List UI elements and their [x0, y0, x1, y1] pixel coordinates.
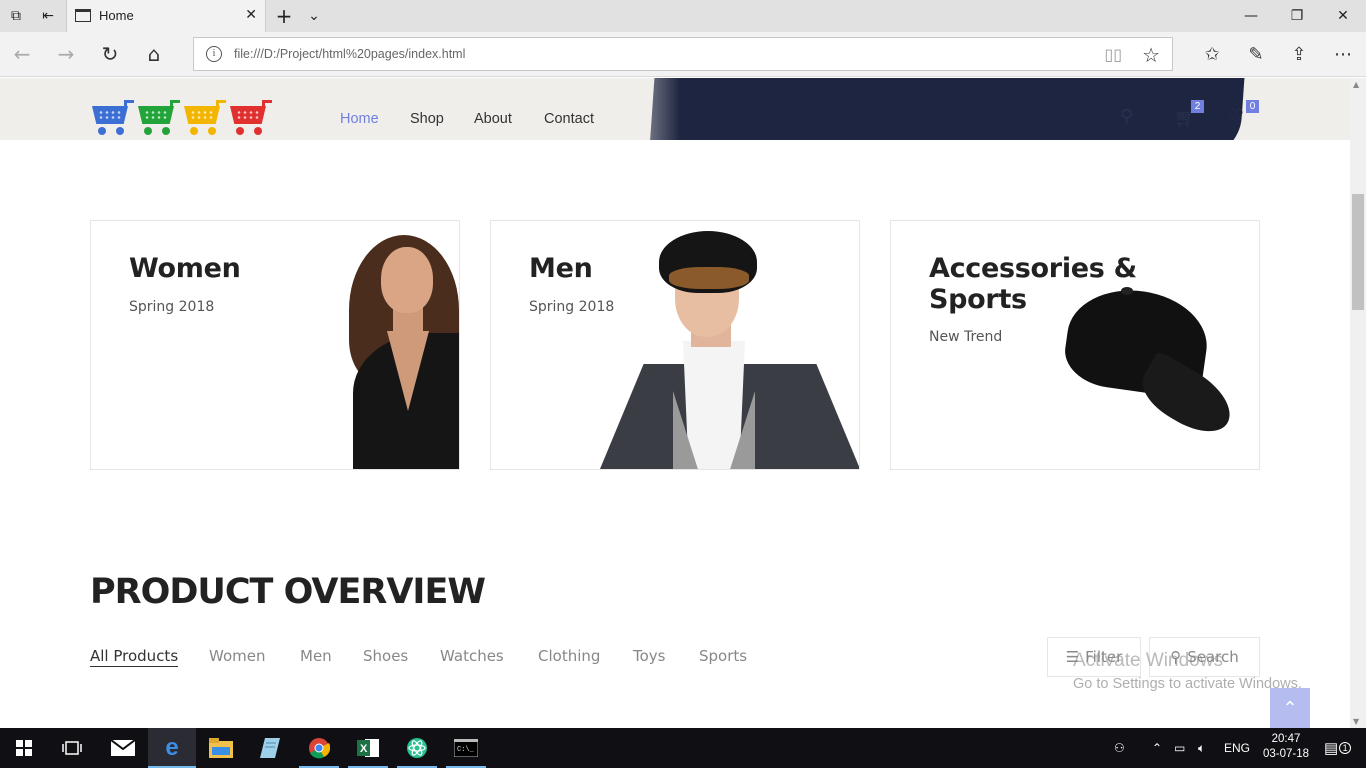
- mail-icon[interactable]: [99, 728, 147, 768]
- browser-tab-bar: ⧉ ⇤ Home ✕ + ⌄ — ❐ ✕: [0, 0, 1366, 32]
- home-icon[interactable]: ⌂: [136, 38, 172, 70]
- activate-windows-watermark: Activate Windows: [1073, 650, 1223, 671]
- svg-text:C:\_: C:\_: [457, 746, 475, 754]
- cart-count-badge: 2: [1191, 100, 1204, 113]
- filter-men[interactable]: Men: [300, 647, 332, 665]
- cart-logo-blue: [90, 98, 134, 136]
- filter-clothing[interactable]: Clothing: [538, 647, 600, 665]
- wishlist-heart-icon[interactable]: ♡: [1228, 106, 1244, 127]
- people-icon[interactable]: ⚇: [1114, 728, 1125, 768]
- banner-subtitle: Spring 2018: [529, 299, 615, 315]
- more-icon[interactable]: ⋯: [1325, 38, 1361, 70]
- header-fade: [600, 78, 680, 140]
- chevron-up-icon: ⌃: [1282, 697, 1298, 719]
- browser-tab[interactable]: Home ✕: [66, 0, 266, 32]
- filter-toys[interactable]: Toys: [633, 647, 665, 665]
- banner-title-line1: Accessories &: [929, 253, 1137, 284]
- cart-logo-yellow: [182, 98, 226, 136]
- activate-windows-hint: Go to Settings to activate Windows.: [1073, 676, 1302, 692]
- page-viewport: Home Shop About Contact ⚲ 🛒︎ 2 ♡ 0 Women…: [0, 78, 1350, 728]
- address-input[interactable]: i file:///D:/Project/html%20pages/index.…: [193, 37, 1173, 71]
- men-model-shirt: [683, 341, 745, 469]
- restore-button[interactable]: ❐: [1274, 0, 1320, 32]
- task-view-icon[interactable]: [48, 728, 96, 768]
- minimize-button[interactable]: —: [1228, 0, 1274, 32]
- cmd-icon[interactable]: C:\_: [442, 728, 490, 768]
- new-tab-icon[interactable]: +: [268, 0, 300, 32]
- tab-preview-icon[interactable]: ⧉: [0, 0, 32, 32]
- product-overview-title: PRODUCT OVERVIEW: [90, 572, 486, 612]
- share-icon[interactable]: ⇪: [1281, 38, 1317, 70]
- set-aside-tabs-icon[interactable]: ⇤: [32, 0, 64, 32]
- banner-men[interactable]: Men Spring 2018: [490, 220, 860, 470]
- back-icon[interactable]: ←: [4, 38, 40, 70]
- tab-list-icon[interactable]: ⌄: [298, 0, 330, 32]
- reading-view-icon[interactable]: ▯▯: [1104, 45, 1122, 64]
- file-explorer-icon[interactable]: [197, 728, 245, 768]
- hero-jacket-image: [648, 78, 1246, 140]
- start-icon[interactable]: [0, 728, 48, 768]
- nav-about[interactable]: About: [474, 111, 512, 127]
- filter-women[interactable]: Women: [209, 647, 265, 665]
- notification-count-badge: 1: [1339, 742, 1352, 754]
- site-header: Home Shop About Contact ⚲ 🛒︎ 2 ♡ 0: [0, 78, 1350, 140]
- filter-shoes[interactable]: Shoes: [363, 647, 408, 665]
- banner-title-line2: Sports: [929, 284, 1027, 315]
- page-scrollbar[interactable]: ▲ ▼: [1350, 78, 1366, 728]
- clock-date: 03-07-18: [1262, 748, 1310, 760]
- clock-time: 20:47: [1271, 733, 1301, 745]
- cart-logo-red: [228, 98, 272, 136]
- banner-subtitle: New Trend: [929, 329, 1003, 345]
- excel-icon[interactable]: X: [344, 728, 392, 768]
- banner-title: Accessories & Sports: [929, 253, 1137, 315]
- edge-icon[interactable]: e: [148, 728, 196, 768]
- network-icon[interactable]: ▭: [1174, 728, 1185, 768]
- nav-shop[interactable]: Shop: [410, 111, 444, 127]
- tab-title: Home: [99, 8, 134, 23]
- notepad-icon[interactable]: [246, 728, 294, 768]
- nav-home[interactable]: Home: [340, 111, 379, 127]
- favorites-hub-icon[interactable]: ✩: [1194, 38, 1230, 70]
- notes-pen-icon[interactable]: ✎: [1238, 38, 1274, 70]
- cart-logo-green: [136, 98, 180, 136]
- close-tab-icon[interactable]: ✕: [245, 7, 257, 23]
- banner-subtitle: Spring 2018: [129, 299, 215, 315]
- site-logo[interactable]: [90, 98, 274, 138]
- back-to-top-button[interactable]: ⌃: [1270, 688, 1310, 728]
- banner-title: Men: [529, 253, 593, 284]
- site-info-icon[interactable]: i: [206, 46, 222, 62]
- address-toolbar: ← → ↻ ⌂ i file:///D:/Project/html%20page…: [0, 32, 1366, 77]
- filter-all-products[interactable]: All Products: [90, 647, 179, 667]
- chrome-icon[interactable]: [295, 728, 343, 768]
- show-hidden-icons-icon[interactable]: ⌃: [1152, 728, 1162, 768]
- women-model-face: [381, 247, 433, 313]
- volume-icon[interactable]: 🔈︎: [1198, 728, 1205, 768]
- taskbar-clock[interactable]: 20:47 03-07-18: [1258, 732, 1314, 762]
- banner-women[interactable]: Women Spring 2018: [90, 220, 460, 470]
- filter-watches[interactable]: Watches: [440, 647, 504, 665]
- banner-accessories[interactable]: Accessories & Sports New Trend: [890, 220, 1260, 470]
- nav-contact[interactable]: Contact: [544, 111, 594, 127]
- action-center-icon[interactable]: ▤ 1: [1324, 728, 1352, 768]
- windows-taskbar: e X C:\_ ⚇ ⌃ ▭ 🔈︎ ENG 20:47 03-07-18 ▤ 1: [0, 728, 1366, 768]
- url-text: file:///D:/Project/html%20pages/index.ht…: [234, 47, 466, 61]
- wishlist-count-badge: 0: [1246, 100, 1259, 113]
- scroll-down-icon[interactable]: ▼: [1353, 717, 1359, 726]
- refresh-icon[interactable]: ↻: [92, 38, 128, 70]
- banner-title: Women: [129, 253, 241, 284]
- scrollbar-thumb[interactable]: [1352, 194, 1364, 310]
- favorite-star-icon[interactable]: ☆: [1142, 43, 1160, 67]
- close-window-button[interactable]: ✕: [1320, 0, 1366, 32]
- scroll-up-icon[interactable]: ▲: [1353, 80, 1359, 89]
- men-model-hair: [669, 267, 749, 289]
- language-indicator[interactable]: ENG: [1224, 728, 1250, 768]
- page-icon: [75, 9, 91, 22]
- svg-text:X: X: [360, 743, 368, 755]
- forward-icon[interactable]: →: [48, 38, 84, 70]
- search-icon[interactable]: ⚲: [1120, 106, 1133, 127]
- atom-icon[interactable]: [393, 728, 441, 768]
- filter-sports[interactable]: Sports: [699, 647, 747, 665]
